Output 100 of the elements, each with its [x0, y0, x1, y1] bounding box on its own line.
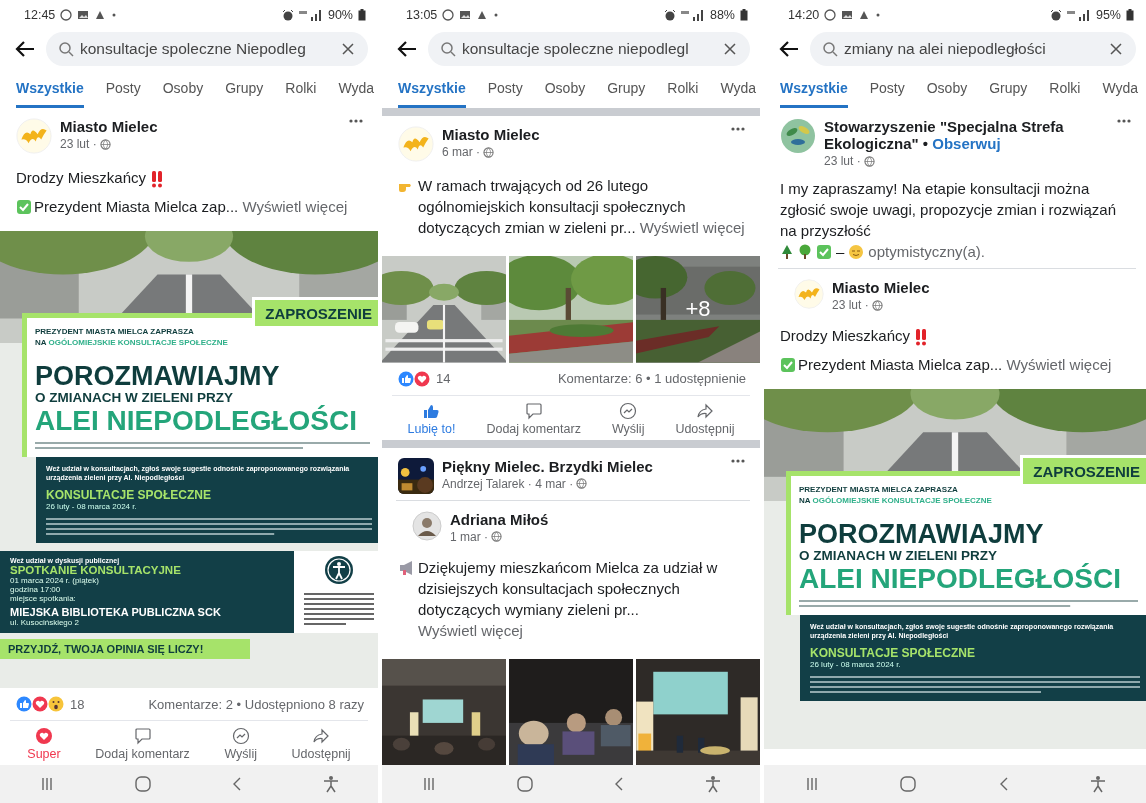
post-text: I my zapraszamy! Na etapie konsultacji można zgłosić swoje uwagi, propozycje zmian i rozwiązań na przyszłość — [780, 179, 1117, 241]
tab[interactable]: Osoby — [926, 78, 968, 108]
post-text: Dziękujemy mieszkańcom Mielca za udział w dzisiejszych konsultacjach społecznych dotyczących wymiany zieleni pr... Wyświetl więcej — [418, 557, 719, 641]
follow-link[interactable]: Obserwuj — [932, 135, 1001, 152]
tab[interactable]: Osoby — [162, 78, 204, 108]
tab[interactable]: Osoby — [544, 78, 586, 108]
search-icon — [440, 41, 456, 57]
tab[interactable]: Grupy — [225, 78, 264, 108]
author-name[interactable]: Piękny Mielec. Brzydki Mielec — [442, 457, 722, 475]
post-stats: Komentarze: 6 • 1 udostępnienie — [557, 371, 746, 386]
more-photos-count[interactable]: +8 — [636, 256, 760, 363]
see-more-link[interactable]: Wyświetl więcej — [1006, 356, 1112, 374]
poster-date: 26 luty - 08 marca 2024 r. — [46, 502, 138, 512]
close-icon[interactable] — [722, 41, 738, 57]
author-name[interactable]: Miasto Mielec — [60, 118, 340, 135]
app-icon — [94, 9, 107, 21]
smiley-icon — [848, 243, 865, 260]
tab[interactable]: Posty — [487, 78, 523, 108]
reaction-count: 14 — [436, 371, 452, 386]
search-field[interactable]: konsultacje spoleczne Niepodleg — [46, 32, 368, 66]
poster-date: 26 luty - 08 marca 2024 r. — [810, 660, 902, 670]
more-icon[interactable] — [1116, 118, 1132, 124]
action-button[interactable]: Dodaj komentarz — [91, 727, 194, 761]
author-name[interactable]: Miasto Mielec — [442, 126, 722, 143]
post-date: 23 lut · — [832, 298, 869, 312]
battery-level: 95% — [1095, 8, 1121, 22]
home-icon[interactable] — [515, 775, 534, 793]
post-date: Andrzej Talarek · 4 mar · — [442, 476, 574, 491]
author-name[interactable]: Adriana Miłoś — [450, 510, 736, 528]
home-icon[interactable] — [133, 775, 152, 793]
status-time: 13:05 — [406, 8, 438, 22]
more-icon[interactable] — [730, 457, 746, 464]
wow-reaction-icon — [48, 696, 64, 712]
invitation-text: NA OGÓLOMIEJSKIE KONSULTACJE SPOŁECZNE — [35, 337, 229, 349]
search-icon — [58, 41, 74, 57]
tab[interactable]: Grupy — [989, 78, 1028, 108]
tab[interactable]: Posty — [105, 78, 141, 108]
tab[interactable]: Rolki — [285, 78, 317, 108]
checkbox-icon — [816, 243, 832, 260]
post-text: Prezydent Miasta Mielca zap... Wyświetl więcej — [34, 197, 348, 218]
post-text: W ramach trwających od 26 lutego ogólnomiejskich konsultacji społecznych dotyczących zmian w zieleni pr... Wyświetl więcej — [418, 176, 746, 238]
close-icon[interactable] — [1108, 41, 1124, 57]
app-icon — [476, 9, 489, 21]
tab[interactable]: Wyda — [720, 78, 757, 108]
see-more-link[interactable]: Wyświetl więcej — [418, 621, 523, 639]
like-reaction-icon — [16, 696, 32, 712]
tab[interactable]: Posty — [869, 78, 905, 108]
city-logo-icon — [794, 279, 824, 309]
poster-subheadline: O ZMIANACH W ZIELENI PRZY — [799, 548, 997, 564]
author-name[interactable]: Miasto Mielec — [832, 279, 1122, 296]
alarm-icon — [663, 9, 676, 21]
search-field[interactable]: konsultacje spoleczne niepodlegl — [428, 32, 750, 66]
see-more-link[interactable]: Wyświetl więcej — [639, 219, 745, 236]
tab[interactable]: Grupy — [607, 78, 646, 108]
action-button[interactable]: Super — [23, 727, 65, 761]
action-button[interactable]: Udostępnij — [287, 727, 355, 761]
like-reaction-icon — [398, 370, 414, 387]
close-icon[interactable] — [340, 41, 356, 57]
battery-level: 88% — [709, 8, 735, 22]
checkbox-icon — [16, 199, 32, 216]
tab[interactable]: Wszystkie — [780, 78, 848, 108]
tab[interactable]: Rolki — [1049, 78, 1081, 108]
tab[interactable]: Wszystkie — [16, 78, 84, 108]
see-more-link[interactable]: Wyświetl więcej — [242, 198, 348, 216]
more-icon[interactable] — [730, 126, 746, 132]
poster-text: godzina 17:00 — [10, 585, 62, 595]
post-text: Drodzy Mieszkańcy — [780, 327, 911, 344]
post-stats: Komentarze: 2 • Udostępniono 8 razy — [148, 696, 364, 712]
dot-icon — [493, 12, 500, 18]
action-button[interactable]: Wyślij — [220, 727, 261, 761]
battery-level: 90% — [327, 8, 353, 22]
accessibility-icon[interactable] — [704, 775, 721, 793]
accessibility-icon[interactable] — [1090, 775, 1107, 793]
tab[interactable]: Rolki — [667, 78, 699, 108]
poster-subheadline: O ZMIANACH W ZIELENI PRZY — [35, 390, 233, 406]
globe-icon — [871, 299, 883, 311]
more-icon[interactable] — [348, 118, 364, 124]
action-button[interactable]: Lubię to! — [403, 401, 460, 436]
share-icon — [695, 401, 714, 420]
dot-icon — [111, 12, 118, 18]
image-icon — [459, 9, 472, 21]
battery-icon — [740, 9, 748, 21]
search-field[interactable]: zmiany na alei niepodległości — [810, 32, 1136, 66]
home-icon[interactable] — [899, 775, 918, 793]
globe-icon — [576, 478, 588, 489]
tab[interactable]: Wyda — [338, 78, 375, 108]
tab[interactable]: Wyda — [1102, 78, 1139, 108]
accessibility-icon[interactable] — [322, 775, 339, 793]
city-logo-icon — [16, 118, 52, 154]
chat-icon — [60, 9, 73, 21]
poster-headline: ALEI NIEPODLEGŁOŚCI — [35, 405, 359, 438]
globe-icon — [99, 138, 111, 150]
poster-heading: KONSULTACJE SPOŁECZNE — [46, 488, 212, 503]
action-button[interactable]: Udostępnij — [671, 401, 739, 436]
action-button[interactable]: Wyślij — [607, 401, 649, 436]
globe-icon — [863, 155, 875, 167]
avatar — [412, 510, 442, 541]
action-button[interactable]: Dodaj komentarz — [482, 401, 585, 436]
poster-heading: SPOTKANIE KONSULTACYJNE — [10, 564, 182, 577]
alarm-icon — [281, 9, 294, 21]
